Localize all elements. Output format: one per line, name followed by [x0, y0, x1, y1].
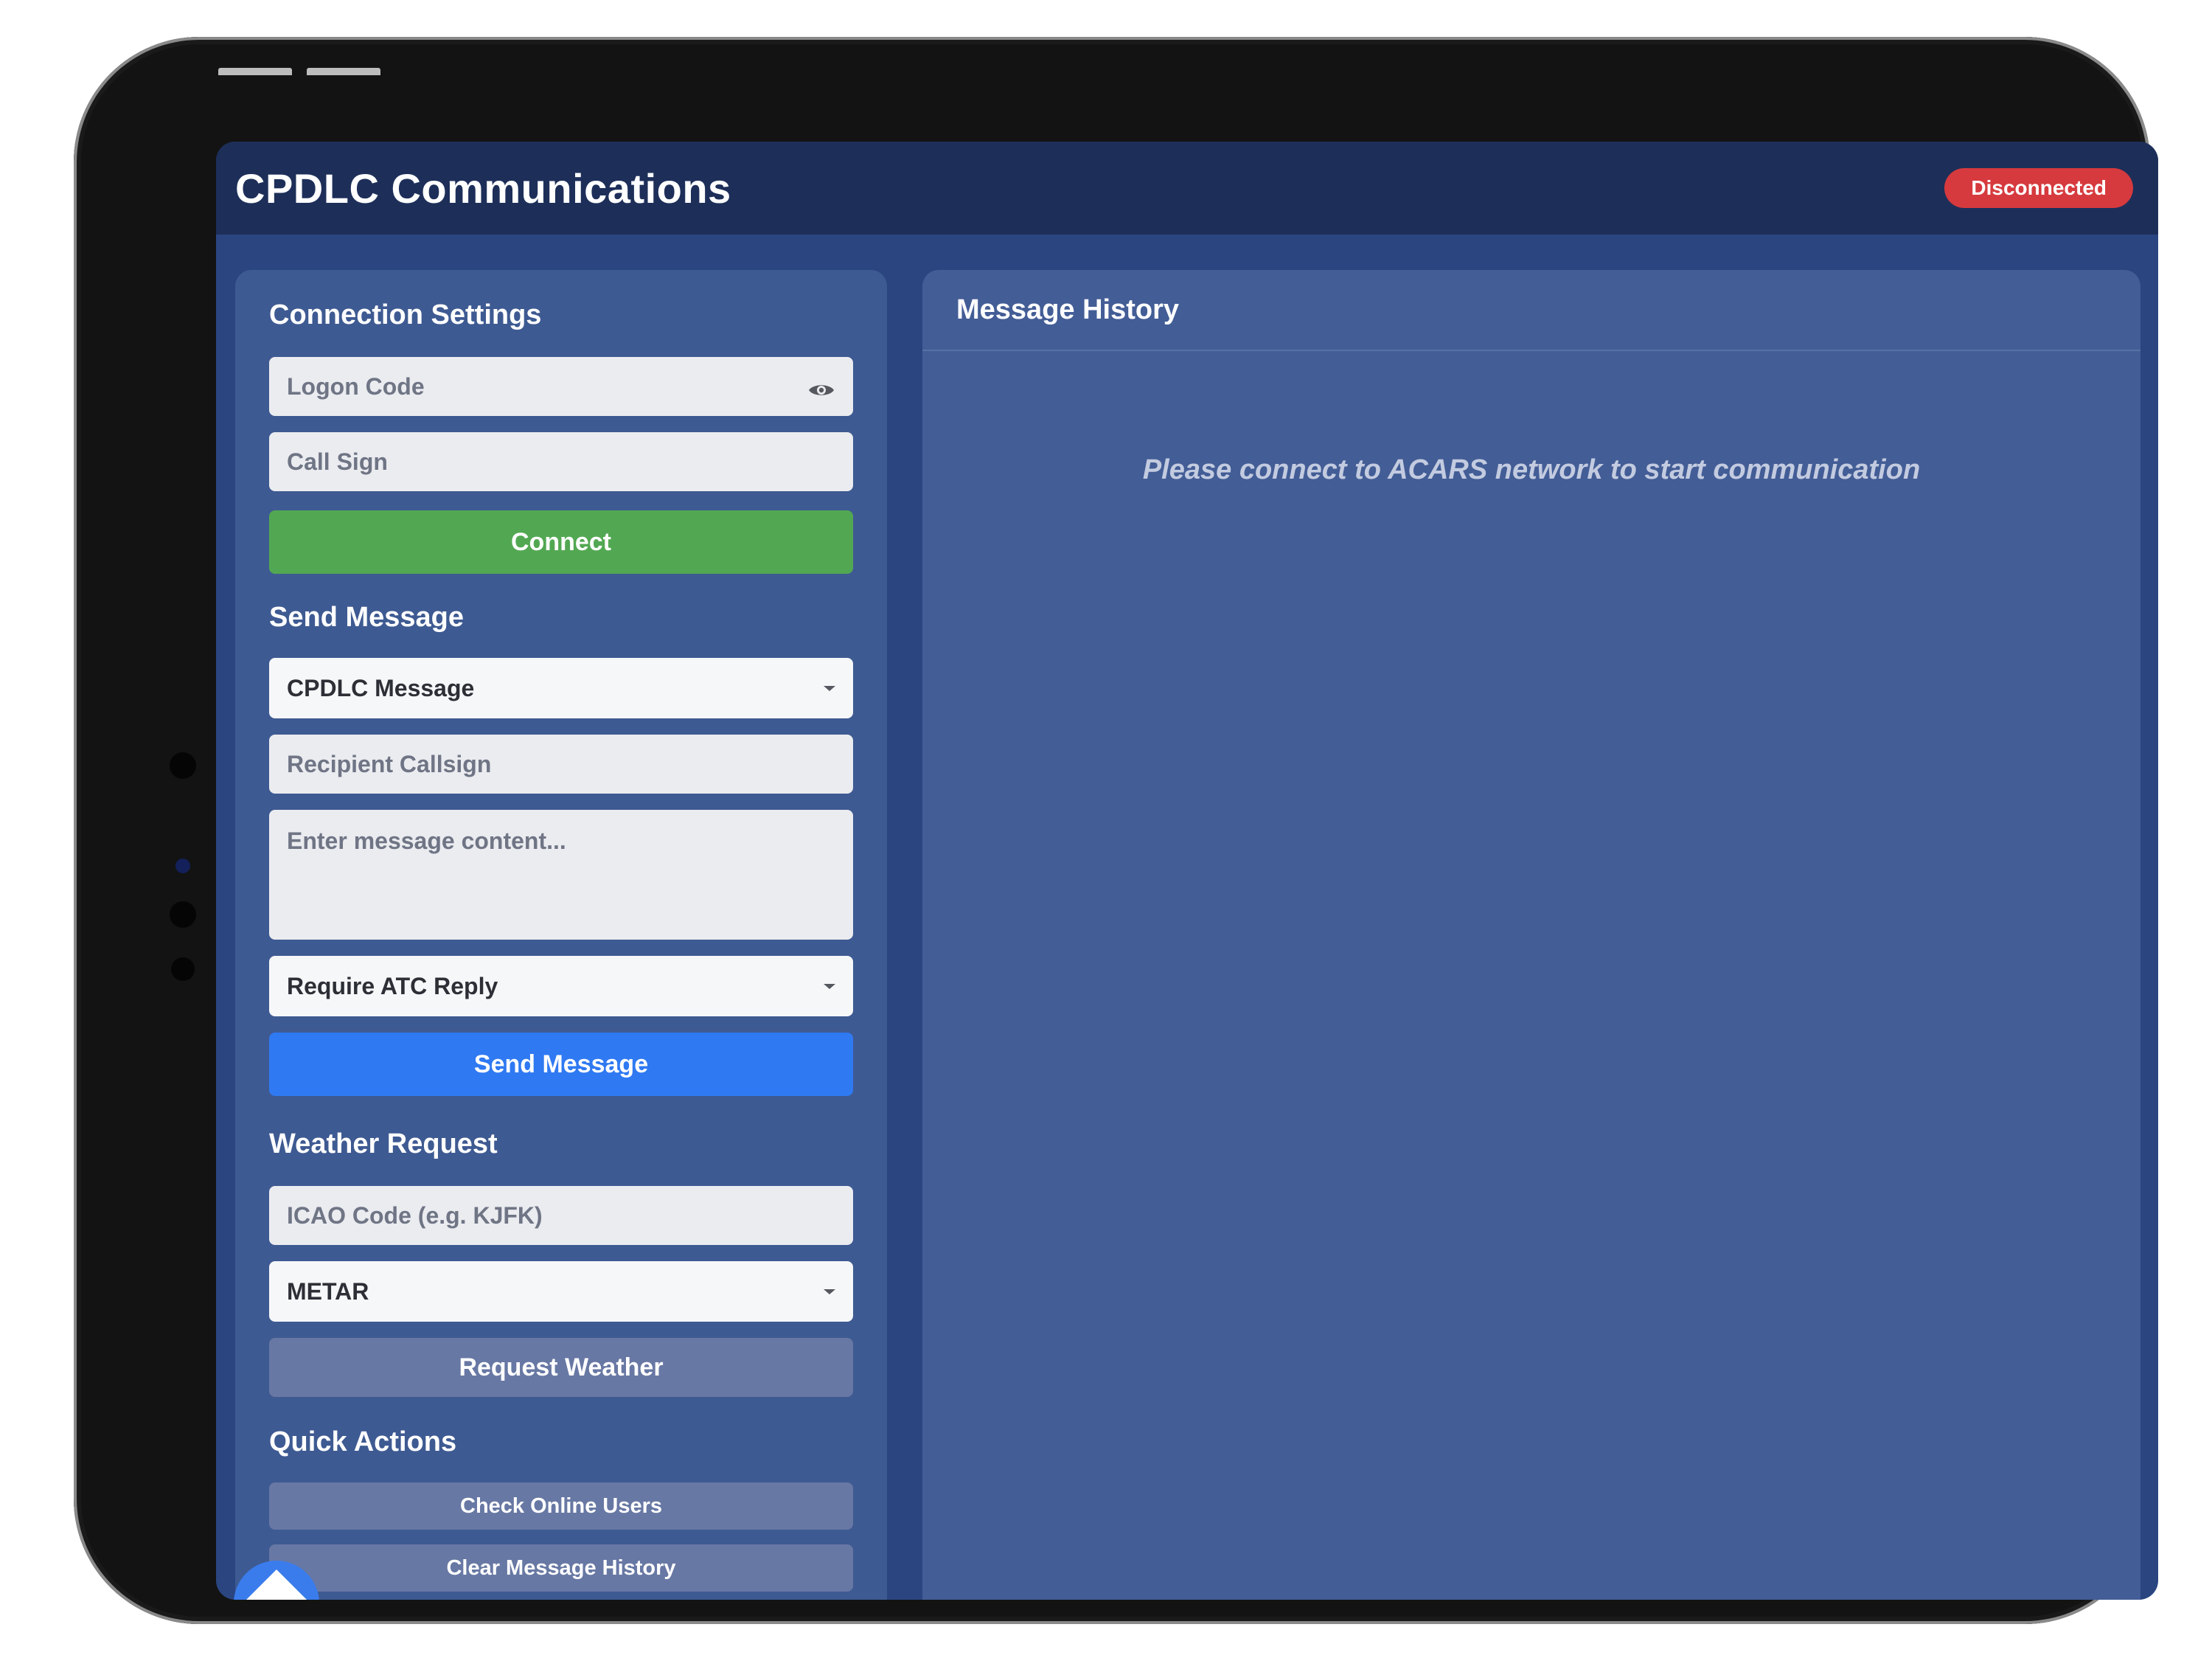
icao-code-placeholder: ICAO Code (e.g. KJFK)	[287, 1201, 543, 1229]
logon-code-placeholder: Logon Code	[287, 372, 425, 400]
message-history-title: Message History	[922, 270, 2140, 351]
app-header: CPDLC Communications Disconnected	[216, 142, 2158, 235]
logon-code-field[interactable]: Logon Code	[269, 357, 853, 416]
camera-lens	[175, 859, 190, 873]
connect-button[interactable]: Connect	[269, 510, 853, 574]
page-title: CPDLC Communications	[235, 164, 731, 212]
sensor-dot	[170, 752, 196, 779]
tablet-frame: CPDLC Communications Disconnected Connec…	[74, 37, 2158, 1624]
message-content-placeholder: Enter message content...	[287, 828, 566, 854]
recipient-callsign-placeholder: Recipient Callsign	[287, 750, 492, 777]
icao-code-field[interactable]: ICAO Code (e.g. KJFK)	[269, 1186, 853, 1245]
floating-action-button[interactable]	[234, 1561, 319, 1600]
message-type-value: CPDLC Message	[287, 674, 475, 701]
chevron-down-icon	[824, 685, 835, 691]
volume-button	[218, 68, 292, 75]
weather-report-select[interactable]: METAR	[269, 1261, 853, 1322]
send-message-title: Send Message	[269, 602, 464, 633]
chevron-down-icon	[824, 983, 835, 989]
status-badge: Disconnected	[1944, 168, 2133, 208]
eye-icon[interactable]	[807, 378, 835, 395]
weather-request-title: Weather Request	[269, 1128, 498, 1159]
request-weather-button[interactable]: Request Weather	[269, 1338, 853, 1397]
sensor-dot	[170, 901, 196, 928]
message-history-panel: Message History Please connect to ACARS …	[922, 270, 2140, 1600]
weather-report-value: METAR	[287, 1277, 369, 1305]
check-online-users-button[interactable]: Check Online Users	[269, 1482, 853, 1530]
send-message-button[interactable]: Send Message	[269, 1033, 853, 1096]
control-panel: Connection Settings Logon Code Call Sign…	[235, 270, 887, 1600]
empty-history-message: Please connect to ACARS network to start…	[1142, 454, 1921, 485]
chevron-down-icon	[824, 1288, 835, 1294]
home-icon	[246, 1569, 307, 1600]
app-screen: CPDLC Communications Disconnected Connec…	[216, 142, 2158, 1600]
message-type-select[interactable]: CPDLC Message	[269, 658, 853, 718]
sensor-dot	[171, 957, 195, 981]
reply-requirement-value: Require ATC Reply	[287, 972, 498, 999]
message-content-textarea[interactable]: Enter message content...	[269, 810, 853, 940]
call-sign-placeholder: Call Sign	[287, 448, 388, 475]
clear-message-history-button[interactable]: Clear Message History	[269, 1544, 853, 1592]
call-sign-field[interactable]: Call Sign	[269, 432, 853, 491]
quick-actions-title: Quick Actions	[269, 1426, 457, 1457]
reply-requirement-select[interactable]: Require ATC Reply	[269, 956, 853, 1016]
volume-button	[307, 68, 380, 75]
connection-settings-title: Connection Settings	[269, 299, 542, 330]
recipient-callsign-field[interactable]: Recipient Callsign	[269, 735, 853, 794]
